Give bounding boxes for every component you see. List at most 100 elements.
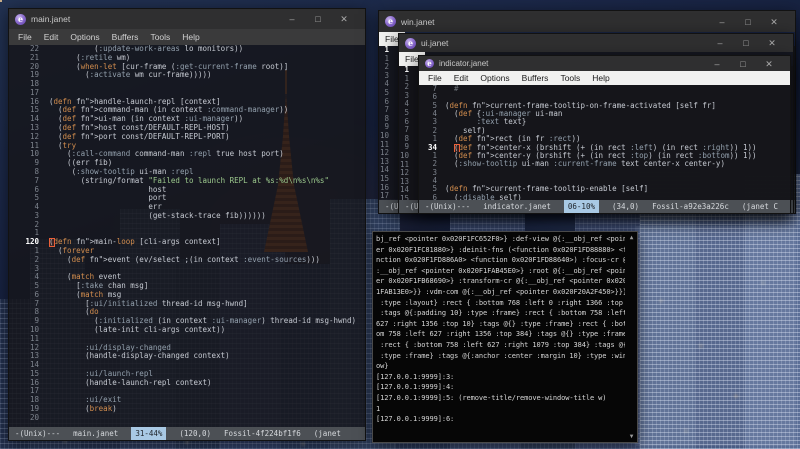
console-output[interactable]: bj_ref <pointer 0x020F1FC652F0>} :def-vi… xyxy=(376,234,625,440)
console-line: [127.0.0.1:9999]:5: (remove-title/remove… xyxy=(376,393,607,402)
code-line: 3 :text text} xyxy=(432,118,527,127)
code-line: 7 (string/format "Failed to launch REPL … xyxy=(34,176,329,185)
modeline-mode: (janet xyxy=(313,429,341,438)
code-line: 6 host xyxy=(34,185,167,194)
minimize-button[interactable]: – xyxy=(704,57,730,71)
menu-item[interactable]: Help xyxy=(176,31,205,43)
code-line: 10 (late-init cli-args context)) xyxy=(29,326,226,334)
maximize-button[interactable]: □ xyxy=(730,57,756,71)
code-line: 6 (:disable self) xyxy=(432,193,522,200)
code-line: 8 (do xyxy=(34,308,99,317)
console-line: 1FAB13E0>}} :vdm-com @{:__obj_ref <point… xyxy=(376,287,625,296)
menu-item[interactable]: Buffers xyxy=(516,72,555,84)
console-line: [127.0.0.1:9999]:6: xyxy=(376,415,455,424)
titlebar[interactable]: e main.janet – □ ✕ xyxy=(9,9,365,29)
menu-item[interactable]: Help xyxy=(586,72,615,84)
modeline-vcs: Fossil-4f224bf1f6 xyxy=(224,429,301,438)
code-line: 4 xyxy=(432,176,437,185)
code-line: 9 ((err fib) xyxy=(34,159,113,168)
titlebar[interactable]: e ui.janet – □ ✕ xyxy=(399,34,793,52)
code-line: 7 # xyxy=(432,85,459,93)
menu-item[interactable]: Buffers xyxy=(106,31,145,43)
code-line: 18 xyxy=(29,80,39,89)
code-line: 14 xyxy=(29,361,39,370)
console-line: ow} xyxy=(376,362,389,371)
code-line: 3 xyxy=(432,168,437,177)
emacs-icon: e xyxy=(425,59,434,68)
maximize-button[interactable]: □ xyxy=(305,10,331,28)
titlebar[interactable]: e win.janet – □ ✕ xyxy=(379,11,795,32)
close-button[interactable]: ✕ xyxy=(761,13,787,31)
buffer-main[interactable]: 22 (:update-work-areas lo monitors)) 21 … xyxy=(9,45,365,427)
menubar: File Edit Options Buffers Tools Help xyxy=(419,71,790,85)
code-line: 15 :ui/launch-repl xyxy=(29,369,153,378)
code-line: 1 xyxy=(34,229,39,238)
console-line: [127.0.0.1:9999]:3: xyxy=(376,372,455,381)
menu-item[interactable]: File xyxy=(12,31,38,43)
window-haze xyxy=(636,226,796,446)
emacs-icon: e xyxy=(15,13,26,25)
close-button[interactable]: ✕ xyxy=(331,10,357,28)
code-line: 1 (def fn">rect (in fr :rect)) xyxy=(432,135,581,144)
minimize-button[interactable]: – xyxy=(709,13,735,31)
code-line: 34 (def fn">center-x (brshift (+ (in rec… xyxy=(427,143,757,152)
close-button[interactable]: ✕ xyxy=(756,57,782,71)
window-indicator-janet[interactable]: e indicator.janet – □ ✕ File Edit Options B… xyxy=(418,55,791,214)
menubar: File Edit Options Buffers Tools Help xyxy=(9,29,365,45)
maximize-button[interactable]: □ xyxy=(733,34,759,52)
code-line: 10 (:call-command command-man :repl true… xyxy=(29,150,284,159)
code-line: 12 :ui/display-changed xyxy=(29,343,171,352)
code-line: 16 (defn fn">handle-launch-repl [context] xyxy=(29,97,221,106)
console-line: 627 :right 1356 :top 10} :tags @{} :type… xyxy=(376,319,625,328)
code-line: 12 (def fn">port const/DEFAULT-REPL-PORT… xyxy=(29,132,230,141)
modeline-buffer-name: main.janet xyxy=(73,429,119,438)
code-line: 1 (forever xyxy=(34,246,95,255)
code-line: 17 xyxy=(29,88,39,97)
minimize-button[interactable]: – xyxy=(707,34,733,52)
code-line: 120 (defn fn">main-loop [cli-args context… xyxy=(25,238,221,247)
console-line: :type :frame} :tags @{:anchor :center :m… xyxy=(376,351,625,360)
console-line: :__obj_ref <pointer 0x020F1FAB45E0>} :ro… xyxy=(376,266,625,275)
window-title: main.janet xyxy=(31,14,71,24)
code-line: 22 (:update-work-areas lo monitors)) xyxy=(29,45,244,53)
code-line: 3 (get-stack-trace fib)))))) xyxy=(34,211,266,220)
code-line: 18 :ui/exit xyxy=(29,396,122,405)
code-line: 16 (handle-launch-repl context) xyxy=(29,378,212,387)
code-line: 2 (def fn">event (ev/select ;(in context… xyxy=(34,255,320,264)
window-title: indicator.janet xyxy=(439,59,489,68)
scroll-up-arrow[interactable]: ▲ xyxy=(627,234,636,241)
code-line: 11 (try xyxy=(29,141,77,150)
code-line: 17 xyxy=(29,387,39,396)
window-main-janet[interactable]: e main.janet – □ ✕ File Edit Options Buffer… xyxy=(8,8,366,441)
scroll-down-arrow[interactable]: ▼ xyxy=(627,433,636,440)
titlebar[interactable]: e indicator.janet – □ ✕ xyxy=(419,56,790,71)
menu-item[interactable]: Tools xyxy=(144,31,176,43)
minimize-button[interactable]: – xyxy=(279,10,305,28)
menu-item[interactable]: Edit xyxy=(38,31,65,43)
buffer-indicator[interactable]: 7 # 6 5 (defn fn">current-frame-tooltip-o… xyxy=(419,85,790,200)
console-line: om 758 :left 627 :right 1356 :top 384} :… xyxy=(376,330,625,339)
emacs-icon: e xyxy=(385,16,396,27)
modeline-buffer-name: indicator.janet xyxy=(483,202,551,211)
window-repl-console[interactable]: bj_ref <pointer 0x020F1FC652F0>} :def-vi… xyxy=(372,231,638,443)
maximize-button[interactable]: □ xyxy=(735,13,761,31)
code-line: 3 xyxy=(34,264,39,273)
menu-item[interactable]: File xyxy=(422,72,448,84)
code-line: 14 (def fn">ui-man (in context :ui-manag… xyxy=(29,115,244,124)
code-line: 15 (def fn">command-man (in context :com… xyxy=(29,106,289,115)
modeline-position-highlight: 06-10% xyxy=(563,200,599,213)
console-line: :rect { :bottom 758 :left 627 :right 107… xyxy=(376,340,625,349)
menu-item[interactable]: Edit xyxy=(448,72,475,84)
modeline-cursor-pos: (34,0) xyxy=(611,202,640,211)
code-line: 20 (when-let [cur-frame (:get-current-fr… xyxy=(29,62,289,71)
menu-item[interactable]: Tools xyxy=(554,72,586,84)
menu-item[interactable]: Options xyxy=(474,72,515,84)
modeline-vcs: Fossil-a92e3a226c xyxy=(652,202,729,211)
close-button[interactable]: ✕ xyxy=(759,34,785,52)
emacs-icon: e xyxy=(405,37,416,49)
menu-item[interactable]: Options xyxy=(64,31,105,43)
console-line: :type :layout} :rect { :bottom 768 :left… xyxy=(376,298,625,307)
code-line: 4 (def {:ui-manager ui-man xyxy=(432,110,563,119)
code-line: 2 self) xyxy=(432,126,486,135)
city-lights xyxy=(0,0,2,2)
